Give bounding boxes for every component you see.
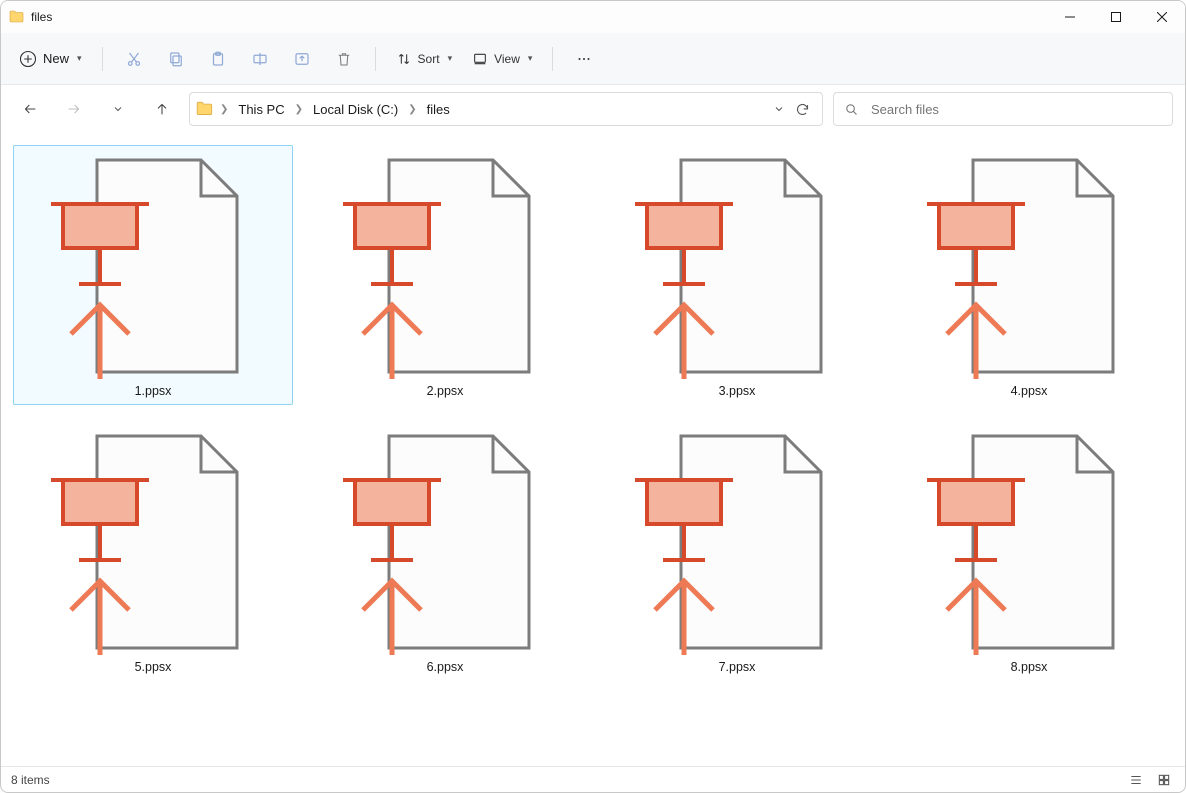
file-name: 1.ppsx [135,384,172,398]
file-name: 6.ppsx [427,660,464,674]
sort-button[interactable]: Sort ▾ [388,47,461,71]
ppsx-file-icon [899,150,1159,382]
sort-icon [396,51,412,67]
search-box[interactable] [833,92,1173,126]
ppsx-file-icon [899,426,1159,658]
thumbnails-view-toggle[interactable] [1153,770,1175,790]
forward-button[interactable] [57,92,91,126]
view-button[interactable]: View ▾ [464,47,540,71]
file-item[interactable]: 1.ppsx [13,145,293,405]
explorer-window: files New ▾ [0,0,1186,793]
search-input[interactable] [869,101,1162,118]
search-icon [844,102,859,117]
toolbar: New ▾ Sort ▾ [1,33,1185,85]
share-button[interactable] [283,41,321,77]
plus-circle-icon [19,50,37,68]
chevron-right-icon: ❯ [293,104,305,115]
sort-label: Sort [418,52,440,66]
file-item[interactable]: 6.ppsx [305,421,585,681]
status-item-count: 8 items [11,773,50,787]
ppsx-file-icon [315,426,575,658]
separator [552,47,553,71]
file-name: 2.ppsx [427,384,464,398]
ppsx-file-icon [23,150,283,382]
separator [102,47,103,71]
status-bar: 8 items [1,766,1185,792]
file-name: 4.ppsx [1011,384,1048,398]
file-item[interactable]: 2.ppsx [305,145,585,405]
separator [375,47,376,71]
file-item[interactable]: 4.ppsx [889,145,1169,405]
back-button[interactable] [13,92,47,126]
window-title: files [31,10,52,24]
view-icon [472,51,488,67]
chevron-right-icon: ❯ [406,104,418,115]
paste-button[interactable] [199,41,237,77]
file-item[interactable]: 8.ppsx [889,421,1169,681]
copy-button[interactable] [157,41,195,77]
chevron-down-icon: ▾ [448,53,453,64]
file-name: 5.ppsx [135,660,172,674]
new-label: New [43,51,69,66]
file-item[interactable]: 5.ppsx [13,421,293,681]
file-item[interactable]: 3.ppsx [597,145,877,405]
cut-button[interactable] [115,41,153,77]
maximize-button[interactable] [1093,1,1139,33]
up-button[interactable] [145,92,179,126]
breadcrumb-local-disk[interactable]: Local Disk (C:) [309,99,402,120]
ppsx-file-icon [315,150,575,382]
new-button[interactable]: New ▾ [11,46,90,72]
chevron-right-icon: ❯ [218,104,230,115]
more-button[interactable] [565,41,603,77]
window-controls [1047,1,1185,33]
title-bar: files [1,1,1185,33]
recent-button[interactable] [101,92,135,126]
view-label: View [494,52,520,66]
file-name: 8.ppsx [1011,660,1048,674]
ppsx-file-icon [23,426,283,658]
address-bar[interactable]: ❯ This PC ❯ Local Disk (C:) ❯ files [189,92,823,126]
folder-icon [9,9,25,25]
file-name: 7.ppsx [719,660,756,674]
file-grid[interactable]: 1.ppsx 2.ppsx 3.ppsx 4.ppsx [1,133,1185,766]
address-row: ❯ This PC ❯ Local Disk (C:) ❯ files [1,85,1185,133]
file-name: 3.ppsx [719,384,756,398]
chevron-down-icon: ▾ [528,53,533,64]
address-bar-actions [773,102,816,117]
ppsx-file-icon [607,426,867,658]
minimize-button[interactable] [1047,1,1093,33]
ppsx-file-icon [607,150,867,382]
details-view-toggle[interactable] [1125,770,1147,790]
delete-button[interactable] [325,41,363,77]
rename-button[interactable] [241,41,279,77]
close-button[interactable] [1139,1,1185,33]
breadcrumb-this-pc[interactable]: This PC [234,99,288,120]
file-item[interactable]: 7.ppsx [597,421,877,681]
chevron-down-icon: ▾ [77,53,82,64]
chevron-down-icon[interactable] [773,103,785,115]
breadcrumb-files[interactable]: files [423,99,454,120]
folder-icon [196,100,214,118]
refresh-icon[interactable] [795,102,810,117]
